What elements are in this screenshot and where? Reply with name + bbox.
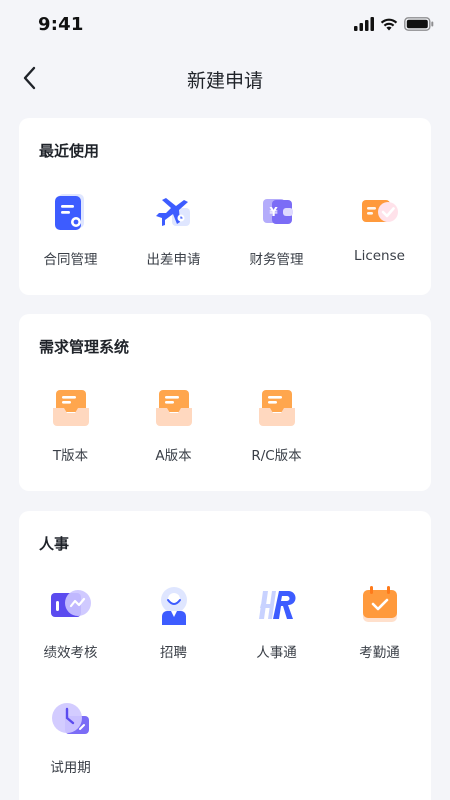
app-item-a-version[interactable]: A版本 — [122, 386, 225, 476]
inbox-icon — [52, 390, 89, 426]
wifi-icon — [380, 18, 398, 31]
navigation-bar: 新建申请 — [0, 54, 450, 104]
app-item-finance[interactable]: ¥ 财务管理 — [225, 190, 328, 280]
section-title: 人事 — [39, 535, 70, 553]
hr-section: 人事 绩效考核 招聘 人事通 考勤通 试用期 — [19, 511, 431, 800]
probation-icon — [51, 703, 89, 734]
signal-icon — [354, 17, 374, 31]
svg-text:¥: ¥ — [269, 205, 278, 219]
battery-icon — [404, 17, 434, 31]
inbox-icon — [155, 390, 192, 426]
app-item-label: 招聘 — [160, 645, 187, 661]
section-title: 需求管理系统 — [39, 338, 130, 356]
app-item-business-trip[interactable]: 出差申请 — [122, 190, 225, 280]
app-item-label: 财务管理 — [249, 252, 304, 268]
status-time: 9:41 — [38, 14, 84, 35]
app-item-label: A版本 — [155, 448, 192, 464]
section-title: 最近使用 — [39, 142, 100, 160]
app-item-attendance[interactable]: 考勤通 — [328, 583, 431, 673]
performance-icon — [50, 590, 91, 617]
app-item-recruit[interactable]: 招聘 — [122, 583, 225, 673]
hr-icon — [258, 591, 296, 619]
recent-section: 最近使用 合同管理 出差申请 ¥ 财务管理 License — [19, 118, 431, 295]
app-item-label: 试用期 — [50, 760, 91, 776]
attendance-icon — [362, 586, 397, 622]
app-item-label: 人事通 — [256, 645, 297, 661]
flight-icon — [155, 198, 190, 226]
wallet-icon: ¥ — [262, 199, 293, 224]
app-item-contract[interactable]: 合同管理 — [19, 190, 122, 280]
app-item-hr-portal[interactable]: 人事通 — [225, 583, 328, 673]
app-item-label: T版本 — [52, 448, 89, 464]
app-item-license[interactable]: License — [328, 190, 431, 280]
license-icon — [361, 200, 398, 222]
page-title: 新建申请 — [186, 70, 263, 92]
app-item-label: 考勤通 — [359, 645, 400, 661]
contract-icon — [54, 194, 84, 230]
app-item-performance[interactable]: 绩效考核 — [19, 583, 122, 673]
recruit-icon — [160, 587, 187, 625]
app-item-label: License — [354, 248, 405, 264]
inbox-icon — [258, 390, 295, 426]
app-item-label: 出差申请 — [146, 252, 201, 268]
app-item-t-version[interactable]: T版本 — [19, 386, 122, 476]
app-item-probation[interactable]: 试用期 — [19, 698, 122, 788]
app-item-label: R/C版本 — [251, 448, 302, 464]
demand-management-section: 需求管理系统 T版本 A版本 R/C版本 — [19, 314, 431, 491]
app-item-label: 绩效考核 — [43, 645, 98, 661]
app-item-label: 合同管理 — [43, 252, 98, 268]
status-icons — [354, 17, 434, 31]
app-item-rc-version[interactable]: R/C版本 — [225, 386, 328, 476]
status-bar: 9:41 — [0, 0, 450, 54]
